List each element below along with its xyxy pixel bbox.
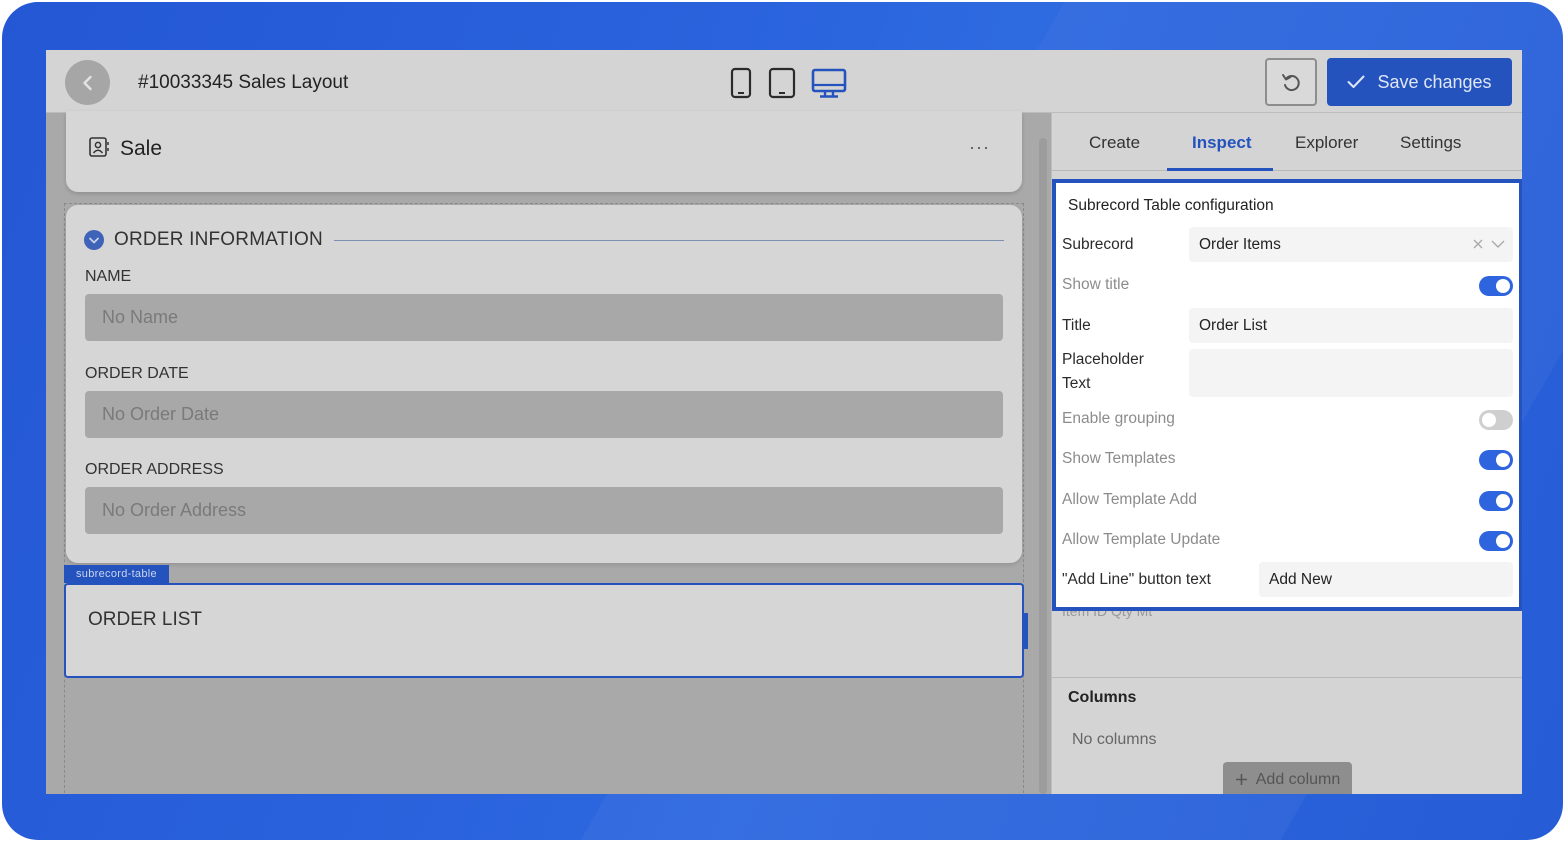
allow-template-add-label: Allow Template Add (1062, 491, 1197, 508)
show-title-toggle[interactable] (1479, 276, 1513, 296)
undo-icon (1282, 74, 1300, 92)
tab-create[interactable]: Create (1089, 133, 1140, 153)
toggle-knob (1496, 494, 1510, 508)
contact-card-icon (89, 137, 109, 157)
subrecord-value: Order Items (1199, 235, 1281, 253)
sale-header-card[interactable]: Sale ··· (66, 111, 1022, 192)
allow-template-update-toggle[interactable] (1479, 531, 1513, 551)
title-input[interactable]: Order List (1189, 308, 1513, 343)
toggle-knob (1496, 279, 1510, 293)
name-label: NAME (85, 268, 132, 285)
enable-grouping-label: Enable grouping (1062, 410, 1175, 427)
enable-grouping-toggle[interactable] (1479, 410, 1513, 430)
allow-template-update-label: Allow Template Update (1062, 531, 1221, 548)
order-information-card[interactable]: ORDER INFORMATION NAME No Name ORDER DAT… (66, 205, 1022, 563)
toggle-knob (1482, 413, 1496, 427)
desktop-view-button[interactable] (811, 66, 847, 100)
layout-canvas: Sale ··· ORDER INFORMATION NAME No Name … (46, 111, 1051, 794)
order-address-field[interactable]: No Order Address (85, 487, 1003, 534)
placeholder-label: Placeholder (1062, 351, 1144, 368)
undo-button[interactable] (1265, 58, 1317, 106)
add-column-label: Add column (1255, 770, 1341, 788)
subrecord-select[interactable]: Order Items (1189, 227, 1513, 262)
active-tab-indicator (1167, 168, 1273, 171)
name-field[interactable]: No Name (85, 294, 1003, 341)
check-icon (1347, 75, 1365, 88)
device-switcher (729, 66, 847, 100)
collapse-chevron-icon[interactable] (84, 230, 104, 250)
tab-explorer[interactable]: Explorer (1295, 133, 1358, 153)
top-toolbar: #10033345 Sales Layout Save changes (46, 50, 1522, 113)
tablet-view-button[interactable] (767, 66, 797, 100)
resize-handle[interactable] (1022, 613, 1028, 649)
phone-view-button[interactable] (729, 66, 753, 100)
tablet-icon (768, 67, 796, 99)
back-button[interactable] (65, 60, 110, 105)
add-line-text-input[interactable]: Add New (1259, 562, 1513, 597)
subrecord-label: Subrecord (1062, 236, 1134, 253)
panel-divider (1052, 677, 1522, 678)
tab-inspect[interactable]: Inspect (1192, 133, 1252, 153)
show-title-label: Show title (1062, 276, 1130, 293)
order-date-field[interactable]: No Order Date (85, 391, 1003, 438)
no-columns-text: No columns (1072, 731, 1157, 748)
order-address-label: ORDER ADDRESS (85, 461, 224, 478)
background-frame: #10033345 Sales Layout Save changes Sale… (2, 2, 1563, 840)
section-title: ORDER INFORMATION (114, 229, 323, 250)
canvas-scrollbar[interactable] (1039, 138, 1047, 794)
save-changes-button[interactable]: Save changes (1327, 58, 1512, 106)
save-changes-label: Save changes (1377, 71, 1492, 92)
order-list-card[interactable]: ORDER LIST (64, 583, 1028, 678)
toggle-knob (1496, 453, 1510, 467)
add-column-button[interactable]: Add column (1223, 762, 1352, 794)
hidden-column-headers: Item ID Qty Mt (1062, 611, 1153, 619)
phone-icon (730, 67, 752, 99)
title-label: Title (1062, 317, 1091, 334)
section-divider (334, 240, 1004, 241)
more-options-icon[interactable]: ··· (969, 137, 990, 158)
page-title: #10033345 Sales Layout (138, 72, 349, 93)
allow-template-add-toggle[interactable] (1479, 491, 1513, 511)
section-header[interactable]: ORDER INFORMATION (84, 229, 323, 251)
chevron-down-icon[interactable] (1491, 240, 1505, 249)
order-date-label: ORDER DATE (85, 365, 189, 382)
config-title: Subrecord Table configuration (1068, 197, 1274, 214)
clear-icon[interactable] (1473, 239, 1483, 249)
plus-icon (1235, 774, 1247, 785)
order-list-title: ORDER LIST (88, 609, 203, 630)
chevron-left-icon (82, 75, 92, 90)
subrecord-config-panel: Subrecord Table configuration Subrecord … (1052, 179, 1522, 611)
show-templates-toggle[interactable] (1479, 450, 1513, 470)
inspector-panel: Create Inspect Explorer Settings Subreco… (1051, 113, 1522, 794)
toggle-knob (1496, 534, 1510, 548)
show-templates-label: Show Templates (1062, 450, 1176, 467)
component-type-chip: subrecord-table (64, 565, 169, 583)
layout-editor-window: #10033345 Sales Layout Save changes Sale… (46, 50, 1522, 794)
add-line-label: "Add Line" button text (1062, 571, 1211, 588)
placeholder-label-line2: Text (1062, 375, 1091, 392)
panel-tabs: Create Inspect Explorer Settings (1052, 113, 1522, 171)
tab-settings[interactable]: Settings (1400, 133, 1461, 153)
placeholder-text-input[interactable] (1189, 349, 1513, 397)
sale-title: Sale (120, 137, 163, 160)
desktop-icon (811, 68, 847, 98)
columns-title: Columns (1068, 689, 1137, 706)
